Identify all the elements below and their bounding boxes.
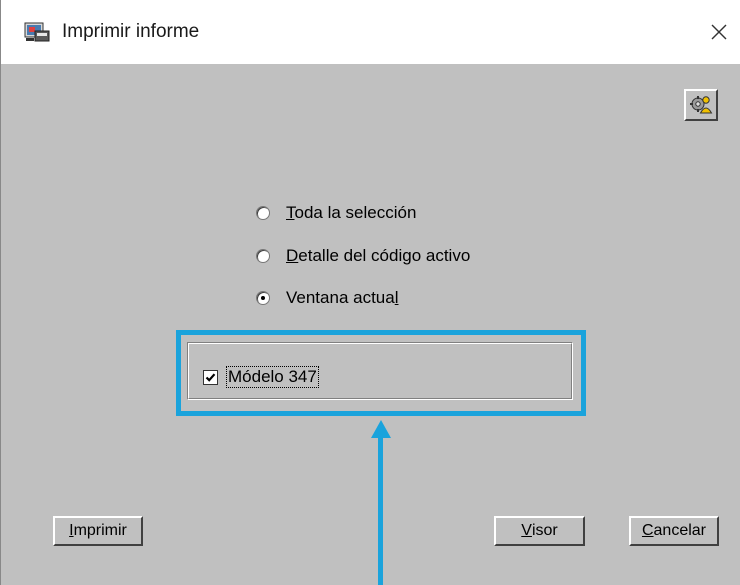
option-label: Detalle del código activo [286,246,471,265]
settings-user-icon [690,96,713,114]
report-printer-icon [24,22,50,42]
option-label: Ventana actual [286,288,399,307]
title-bar: Imprimir informe [1,0,740,64]
annotation-arrow-line [378,436,383,585]
viewer-button[interactable]: Visor [494,516,585,546]
close-icon [711,24,727,40]
annotation-highlight-box [176,330,586,416]
close-button[interactable] [701,14,737,50]
settings-button[interactable] [684,89,718,121]
radio-button[interactable] [256,206,270,220]
print-button[interactable]: Imprimir [53,516,143,546]
radio-button[interactable] [256,249,270,263]
option-ventana-actual[interactable]: Ventana actual [256,286,399,310]
radio-button-selected[interactable] [256,291,270,305]
dialog-title: Imprimir informe [62,21,200,42]
print-report-dialog: Imprimir informe Toda la selección Detal… [0,0,740,585]
option-label: Toda la selección [286,203,417,222]
option-detalle-codigo[interactable]: Detalle del código activo [256,244,470,268]
cancel-button[interactable]: Cancelar [629,516,719,546]
option-toda-seleccion[interactable]: Toda la selección [256,201,416,225]
